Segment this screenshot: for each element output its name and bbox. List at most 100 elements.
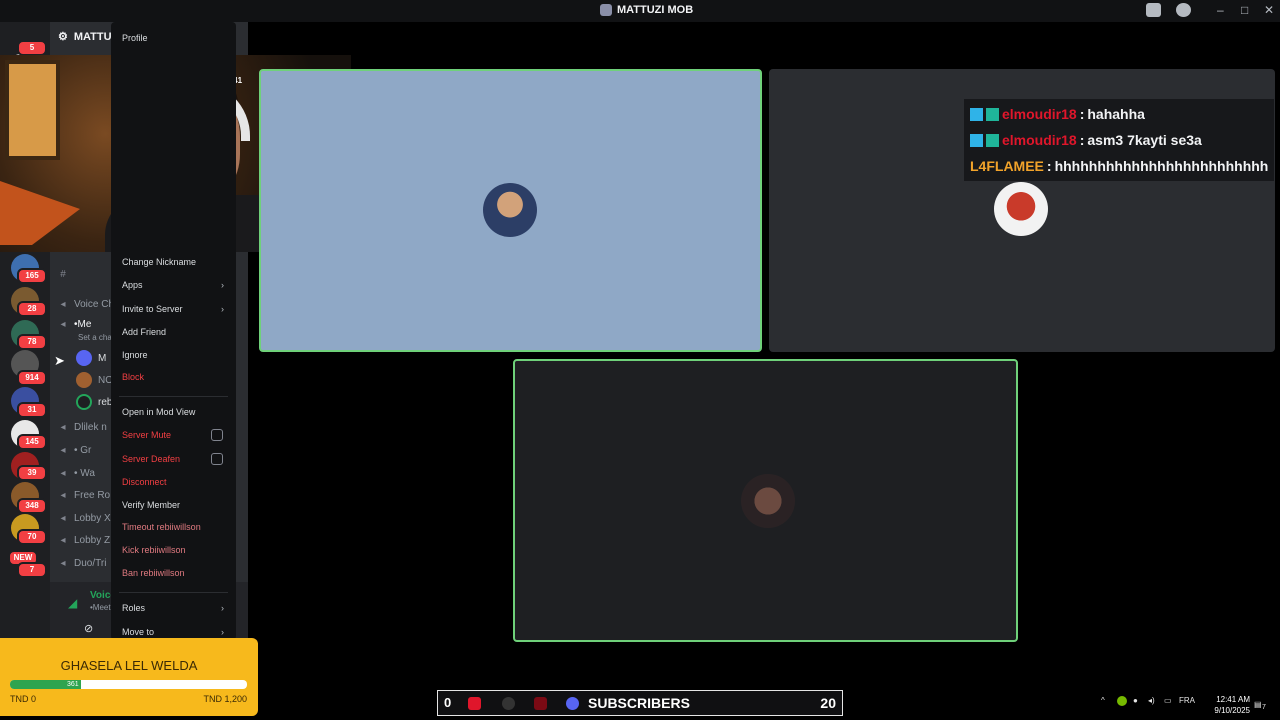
server-badge: 70 [17,529,47,545]
server-badge: 348 [17,498,47,514]
server-mute-checkbox[interactable] [211,429,223,441]
meeting-channel[interactable]: ◂ •Me [58,319,91,330]
server-badge: 78 [17,334,47,350]
microphone-icon[interactable]: ● [1133,696,1138,705]
menu-item-timeout[interactable]: Timeout rebiiwillson [122,522,201,532]
menu-item-open-in-mod-view[interactable]: Open in Mod View [122,407,195,417]
nvidia-icon[interactable] [1117,696,1127,706]
menu-item-apps[interactable]: Apps [122,280,143,290]
goal-min-label: TND 0 [10,694,37,704]
text-channel-icon: # [60,269,66,280]
network-icon[interactable]: ▭ [1164,696,1172,705]
avatar [76,372,92,388]
voice-channel[interactable]: ◂ • Gr [58,445,91,456]
server-badge: 145 [17,434,47,450]
video-tile-speaking[interactable] [259,69,762,352]
speaker-icon: ◂ [60,319,66,330]
video-tile-speaking[interactable] [513,359,1018,642]
tray-time: 12:41 AM [1216,695,1250,704]
inbox-icon[interactable] [1146,3,1161,17]
channel-name: • Gr [74,445,92,456]
chevron-right-icon: › [221,280,224,290]
channel-row[interactable]: # [58,269,68,280]
speaker-icon: ◂ [60,513,66,524]
voice-channel[interactable]: ◂ Free Ro [58,490,110,501]
maximize-icon[interactable]: □ [1241,3,1248,17]
menu-item-move-to[interactable]: Move to [122,627,154,637]
voice-channel[interactable]: ◂ Lobby Z [58,535,110,546]
voice-channel[interactable]: ◂ Lobby X [58,513,111,524]
close-icon[interactable]: ✕ [1264,3,1274,17]
menu-item-ban[interactable]: Ban rebiiwillson [122,568,185,578]
menu-item-profile[interactable]: Profile [122,33,148,43]
menu-divider [119,396,228,397]
goal-max-label: TND 1,200 [203,694,247,704]
menu-item-invite-to-server[interactable]: Invite to Server [122,304,183,314]
volume-icon[interactable]: ◂) [1148,696,1155,705]
signal-icon: ◢ [68,596,78,610]
meeting-label: •Me [74,319,92,330]
channel-name: Lobby X [74,513,111,524]
goal-progress-track: 361 [10,680,247,689]
voice-channel[interactable]: ◂ Dlilek n [58,422,106,433]
voice-member[interactable]: M [76,350,106,366]
tray-clock[interactable]: 12:41 AM 9/10/2025 [1198,694,1250,716]
menu-item-disconnect[interactable]: Disconnect [122,477,167,487]
menu-item-ignore[interactable]: Ignore [122,350,148,360]
channel-name: • Wa [74,468,95,479]
webcam-background-lamp [0,181,80,245]
server-name: MATTU [73,30,112,43]
menu-item-kick[interactable]: Kick rebiiwillson [122,545,186,555]
tiktok-icon [468,697,481,710]
menu-divider [119,592,228,593]
menu-item-roles[interactable]: Roles [122,603,145,613]
subscriber-badge-icon [986,133,999,147]
chat-username: elmoudir18 [1002,106,1077,122]
server-icon [600,4,612,16]
chat-text: asm3 7kayti se3a [1087,132,1202,148]
voice-member[interactable]: NO [76,372,113,388]
home-badge: 5 [17,40,47,56]
menu-item-verify-member[interactable]: Verify Member [122,500,180,510]
stream-chat-overlay: elmoudir18 : hahahha elmoudir18 : asm3 7… [964,99,1275,181]
chat-username: elmoudir18 [1002,132,1077,148]
camera-off-icon[interactable]: ⊘ [84,622,98,635]
subs-left-count: 0 [444,695,452,710]
prime-badge-icon [970,107,983,121]
server-badge: 7 [17,562,47,578]
menu-item-server-mute[interactable]: Server Mute [122,430,171,440]
goal-current-value: 361 [67,681,79,688]
window-title-text: MATTUZI MOB [617,4,694,16]
notification-count: 7 [1262,704,1266,711]
status-hint: Set a cha [78,333,112,342]
voice-channel[interactable]: ◂ Duo/Tri [58,558,106,569]
channel-name: Lobby Z [74,535,111,546]
server-deafen-checkbox[interactable] [211,453,223,465]
speaker-icon: ◂ [60,299,66,310]
subscribers-count: 20 [820,695,836,711]
speaker-icon: ◂ [60,468,66,479]
minimize-icon[interactable]: – [1217,3,1224,17]
channel-name: Free Ro [74,490,111,501]
valorant-icon [534,697,547,710]
menu-item-server-deafen[interactable]: Server Deafen [122,454,180,464]
server-header[interactable]: ⚙ MATTU [58,30,112,44]
menu-item-change-nickname[interactable]: Change Nickname [122,257,196,267]
title-bar: MATTUZI MOB – □ ✕ [0,0,1280,22]
server-badge: 39 [17,465,47,481]
server-badge: 31 [17,402,47,418]
mouse-cursor-icon: ➤ [54,353,65,368]
voice-member[interactable]: rebi [76,394,115,410]
voice-channel[interactable]: ◂ • Wa [58,468,95,479]
server-badge: 914 [17,370,47,386]
menu-item-block[interactable]: Block [122,372,144,382]
user-context-menu: Profile Change Nickname Apps › Invite to… [111,22,236,640]
speaker-icon: ◂ [60,490,66,501]
speaker-icon: ◂ [60,445,66,456]
tray-chevron-up-icon[interactable]: ^ [1101,696,1105,705]
webcam-background-window [5,60,60,160]
notification-icon[interactable]: ▤ [1254,700,1262,709]
help-icon[interactable] [1176,3,1191,17]
tray-language[interactable]: FRA [1179,696,1195,705]
menu-item-add-friend[interactable]: Add Friend [122,327,166,337]
